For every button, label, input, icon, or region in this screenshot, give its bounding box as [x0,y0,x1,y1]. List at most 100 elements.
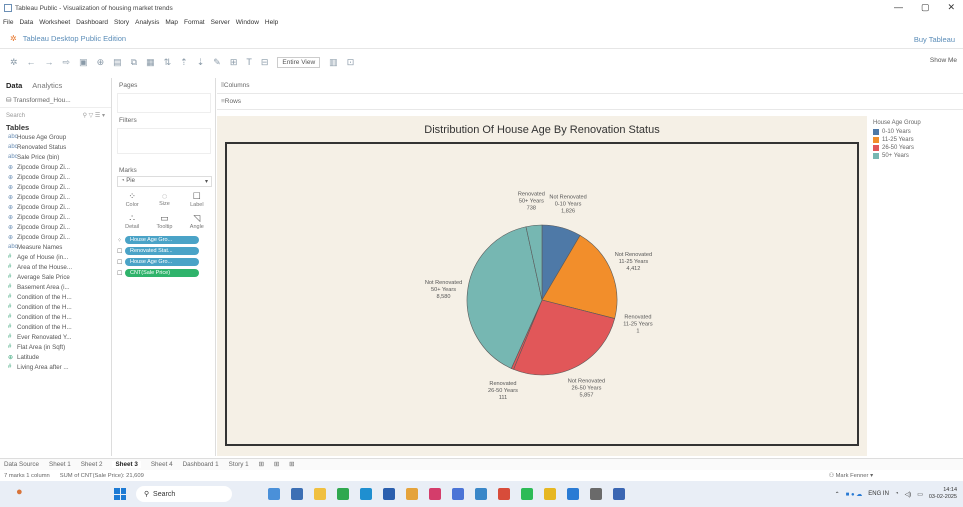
new-story-icon[interactable]: ⊞ [289,461,294,468]
start-button[interactable] [114,488,126,500]
chevron-up-icon[interactable]: ⌃ [835,491,840,498]
status-user[interactable]: ⚇ Mark Fenner ▾ [829,473,873,479]
field-item[interactable]: # Flat Area (in Sqft) [0,342,111,352]
app-vscode-icon[interactable] [567,488,579,500]
field-item[interactable]: # Ever Renovated Y... [0,332,111,342]
field-item[interactable]: # Age of House (in... [0,252,111,262]
new-worksheet-icon[interactable]: ⊞ [259,461,264,468]
app-files-icon[interactable] [314,488,326,500]
undo-icon[interactable]: ← [27,57,36,67]
new-worksheet-icon[interactable]: ▤ [113,57,122,68]
show-cards-icon[interactable]: ▥ [329,57,338,68]
menu-item-server[interactable]: Server [211,19,230,26]
tab-analytics[interactable]: Analytics [32,81,62,90]
marks-color-button[interactable]: ⁘ Color [117,191,147,211]
field-item[interactable]: ⊕ Zipcode Group Zi... [0,192,111,202]
language-indicator[interactable]: ENG IN [868,491,889,497]
sheet-tab[interactable]: Sheet 1 [49,461,71,468]
menu-item-file[interactable]: File [3,19,13,26]
app-other-icon[interactable] [613,488,625,500]
marks-pill[interactable]: ☐ Renovated Stat... [117,247,212,255]
marks-pill[interactable]: ☐ House Age Gro... [117,258,212,266]
buy-tableau-link[interactable]: Buy Tableau [914,35,955,44]
marks-angle-button[interactable]: ◹ Angle [182,213,212,233]
sort-desc-icon[interactable]: ⇣ [197,57,205,68]
rows-shelf[interactable]: ≡ Rows [217,94,963,110]
tab-data[interactable]: Data [6,81,22,90]
marks-size-button[interactable]: ◌ Size [149,191,179,211]
sheet-tab[interactable]: Data Source [4,461,39,468]
legend-item[interactable]: 26-50 Years [873,144,961,152]
field-item[interactable]: ⊕ Zipcode Group Zi... [0,212,111,222]
pages-shelf[interactable] [117,93,211,113]
menu-item-format[interactable]: Format [184,19,205,26]
clear-sheet-icon[interactable]: ▦ [146,57,155,68]
app-mail-icon[interactable] [498,488,510,500]
menu-item-data[interactable]: Data [19,19,33,26]
redo-icon[interactable]: → [45,57,54,67]
menu-item-dashboard[interactable]: Dashboard [76,19,108,26]
replay-icon[interactable]: ⇨ [63,57,71,68]
menu-item-window[interactable]: Window [236,19,259,26]
field-item[interactable]: ⊕ Zipcode Group Zi... [0,202,111,212]
legend-item[interactable]: 0-10 Years [873,128,961,136]
tableau-icon[interactable]: ✲ [10,57,18,68]
field-item[interactable]: # Condition of the H... [0,322,111,332]
legend-item[interactable]: 11-25 Years [873,136,961,144]
field-item[interactable]: # Condition of the H... [0,302,111,312]
marks-detail-button[interactable]: ∴ Detail [117,213,147,233]
highlight-icon[interactable]: ✎ [213,57,221,68]
field-search[interactable]: Search ⚲ ▽ ☰ ▾ [0,108,111,123]
field-item[interactable]: # Area of the House... [0,262,111,272]
app-paint-icon[interactable] [406,488,418,500]
app-browser-icon[interactable] [452,488,464,500]
close-button[interactable]: ✕ [947,2,955,13]
fix-axes-icon[interactable]: ⊟ [261,57,269,68]
app-store-icon[interactable] [383,488,395,500]
fit-dropdown[interactable]: Entire View [277,56,321,68]
sheet-tab[interactable]: Dashboard 1 [183,461,219,468]
tray-apps-icon[interactable]: ■ ● ☁ [846,491,863,498]
mark-type-dropdown[interactable]: ◔ Pie ▾ [117,176,212,187]
field-item[interactable]: ⊕ Zipcode Group Zi... [0,222,111,232]
marks-tooltip-button[interactable]: ▭ Tooltip [149,213,179,233]
taskbar-search[interactable]: ⚲ Search [136,486,232,502]
filters-shelf[interactable] [117,128,211,154]
swap-icon[interactable]: ⇅ [164,57,172,68]
weather-icon[interactable]: ● [16,486,23,498]
sort-asc-icon[interactable]: ⇡ [180,57,188,68]
field-item[interactable]: ⊕ Zipcode Group Zi... [0,172,111,182]
menu-item-map[interactable]: Map [165,19,178,26]
sheet-tab[interactable]: Story 1 [229,461,249,468]
labels-icon[interactable]: T [246,57,252,67]
app-tableau-icon[interactable] [475,488,487,500]
volume-icon[interactable]: ◁) [905,491,912,498]
filter-fields-icon[interactable]: ⚲ ▽ ☰ ▾ [83,112,105,119]
app-edge-icon[interactable] [360,488,372,500]
marks-pill[interactable]: ⁘ House Age Gro... [117,236,212,244]
app-chrome2-icon[interactable] [544,488,556,500]
datasource-item[interactable]: ⛁ Transformed_Hou... [0,93,111,108]
add-datasource-icon[interactable]: ⊕ [97,57,105,68]
menu-item-help[interactable]: Help [265,19,278,26]
field-item[interactable]: # Living Area after ... [0,362,111,372]
save-icon[interactable]: ▣ [79,57,88,68]
app-whatsapp-icon[interactable] [521,488,533,500]
new-dashboard-icon[interactable]: ⊞ [274,461,279,468]
marks-label-button[interactable]: ☐ Label [182,191,212,211]
sheet-tab[interactable]: Sheet 4 [151,461,173,468]
menu-item-story[interactable]: Story [114,19,129,26]
field-item[interactable]: # Basement Area (i... [0,282,111,292]
app-calc-icon[interactable] [590,488,602,500]
field-item[interactable]: ⊕ Zipcode Group Zi... [0,182,111,192]
minimize-button[interactable]: — [894,2,903,13]
maximize-button[interactable]: ▢ [921,2,930,13]
field-item[interactable]: abc Sale Price (bin) [0,152,111,162]
field-item[interactable]: # Condition of the H... [0,292,111,302]
battery-icon[interactable]: ▭ [917,491,923,498]
show-me-button[interactable]: Show Me [930,57,957,64]
app-media-icon[interactable] [429,488,441,500]
sheet-tab[interactable]: Sheet 3 [112,461,141,468]
group-icon[interactable]: ⊞ [230,57,238,68]
columns-shelf[interactable]: ⦀ Columns [217,78,963,94]
